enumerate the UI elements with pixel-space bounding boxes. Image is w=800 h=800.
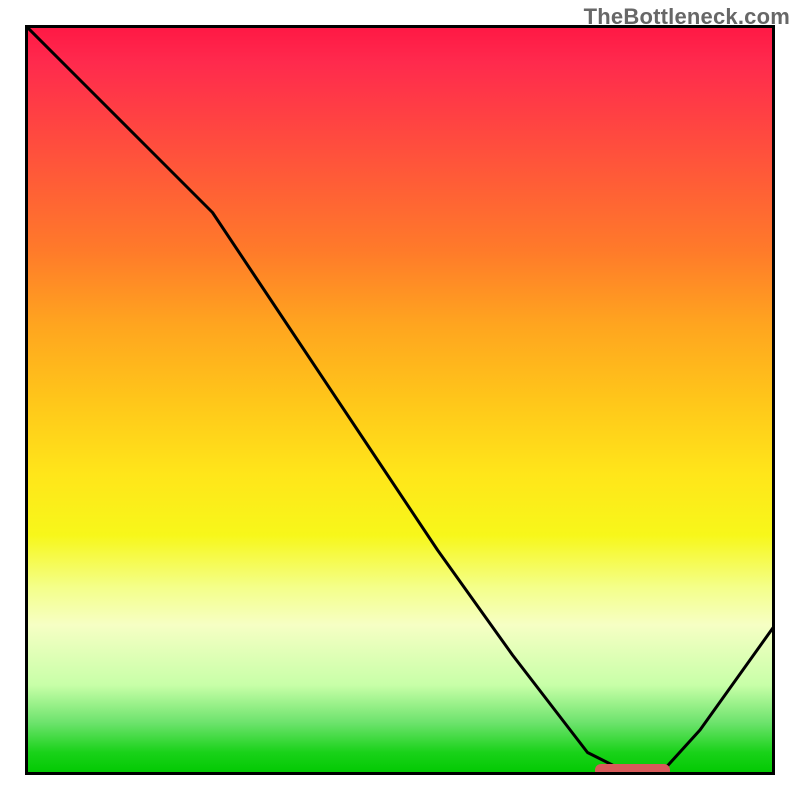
bottleneck-curve-path <box>25 25 775 771</box>
chart-overlay <box>25 25 775 775</box>
chart-container: TheBottleneck.com <box>0 0 800 800</box>
optimal-marker-rect <box>595 764 670 775</box>
